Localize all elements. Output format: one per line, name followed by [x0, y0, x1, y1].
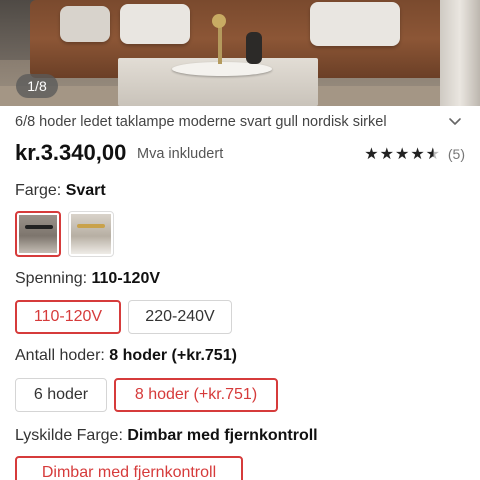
- color-value: Svart: [65, 182, 106, 199]
- swatch-fixture: [77, 224, 105, 228]
- vat-note: Mva inkludert: [137, 146, 224, 162]
- image-blanket: [440, 0, 480, 106]
- voltage-value: 110-120V: [91, 270, 161, 287]
- light-color-value: Dimbar med fjernkontroll: [127, 427, 318, 444]
- product-image[interactable]: [0, 0, 480, 106]
- color-swatch-black[interactable]: [15, 211, 61, 257]
- price-row: kr.3.340,00 Mva inkludert ★★★★★ (5): [15, 140, 465, 168]
- heads-label: Antall hoder: 8 hoder (+kr.751): [15, 347, 237, 365]
- light-color-label-text: Lyskilde Farge:: [15, 427, 123, 444]
- image-pillow: [310, 2, 400, 46]
- light-color-option-dimmable[interactable]: Dimbar med fjernkontroll: [15, 456, 243, 480]
- product-title: 6/8 hoder ledet taklampe moderne svart g…: [15, 114, 387, 130]
- image-vase: [246, 32, 262, 64]
- voltage-option-110-120v[interactable]: 110-120V: [15, 300, 121, 334]
- image-pillow: [60, 6, 110, 42]
- title-row[interactable]: 6/8 hoder ledet taklampe moderne svart g…: [15, 114, 465, 134]
- swatch-image: [19, 215, 57, 253]
- image-plate: [172, 62, 272, 76]
- image-pillow: [120, 4, 190, 44]
- light-color-label: Lyskilde Farge: Dimbar med fjernkontroll: [15, 427, 318, 445]
- star-rating[interactable]: ★★★★★: [364, 144, 441, 164]
- stars-icon: ★★★★★: [364, 146, 441, 163]
- image-lamp-ball: [212, 14, 226, 28]
- swatch-image: [71, 214, 111, 254]
- voltage-label: Spenning: 110-120V: [15, 270, 160, 288]
- image-counter: 1/8: [16, 74, 58, 98]
- voltage-label-text: Spenning:: [15, 270, 88, 287]
- price: kr.3.340,00: [15, 140, 127, 165]
- heads-option-8[interactable]: 8 hoder (+kr.751): [114, 378, 278, 412]
- heads-value: 8 hoder (+kr.751): [109, 347, 237, 364]
- color-swatch-gold[interactable]: [68, 211, 114, 257]
- chevron-down-icon[interactable]: [445, 112, 465, 132]
- heads-option-6[interactable]: 6 hoder: [15, 378, 107, 412]
- swatch-fixture: [25, 225, 53, 229]
- color-label-text: Farge:: [15, 182, 62, 199]
- heads-label-text: Antall hoder:: [15, 347, 105, 364]
- image-lamp: [218, 22, 222, 64]
- color-label: Farge: Svart: [15, 182, 106, 200]
- review-count[interactable]: (5): [448, 146, 465, 162]
- voltage-option-220-240v[interactable]: 220-240V: [128, 300, 232, 334]
